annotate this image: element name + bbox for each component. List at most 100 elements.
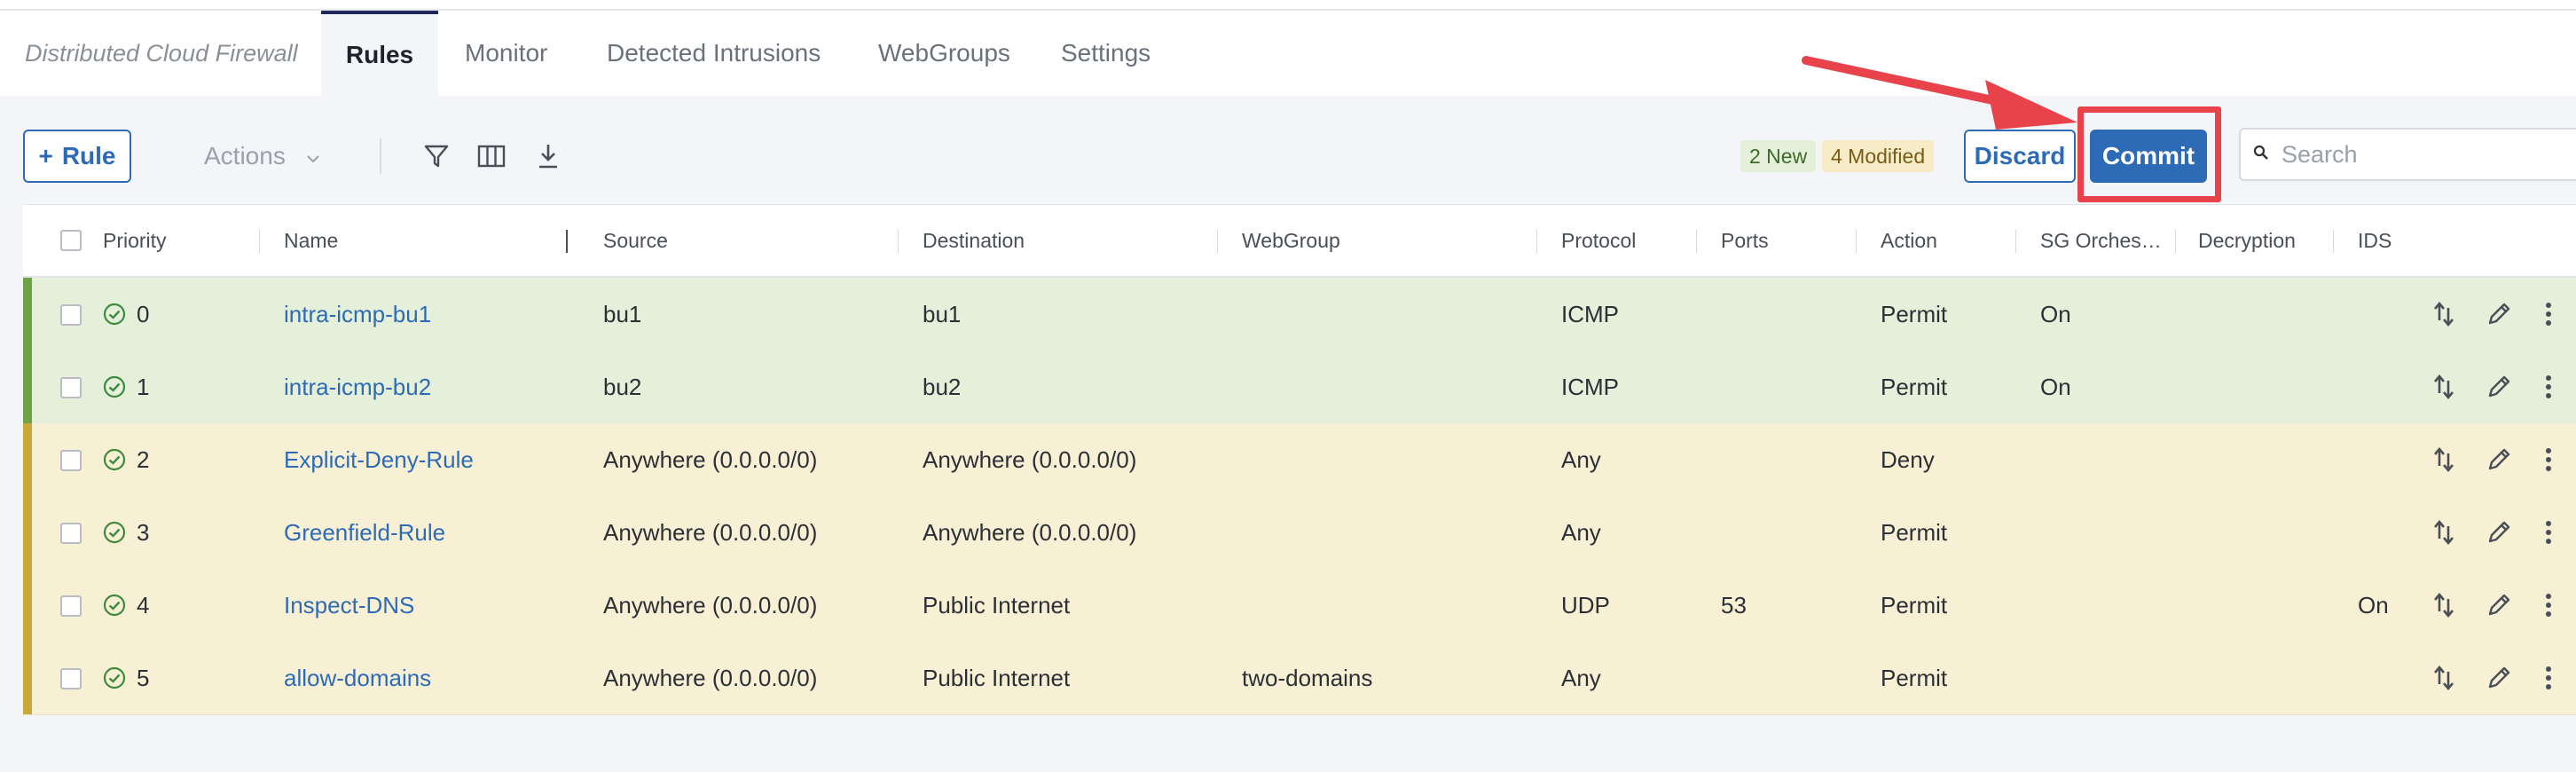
- row-name-link[interactable]: Explicit-Deny-Rule: [284, 423, 474, 496]
- reorder-icon[interactable]: [2427, 661, 2461, 695]
- row-checkbox[interactable]: [60, 668, 82, 689]
- row-checkbox[interactable]: [60, 523, 82, 544]
- row-checkbox[interactable]: [60, 450, 82, 471]
- check-circle-icon: [103, 303, 126, 326]
- row-priority: 2: [137, 446, 150, 473]
- table-row[interactable]: 5 allow-domains Anywhere (0.0.0.0/0) Public…: [23, 642, 2576, 715]
- column-header-ports[interactable]: Ports: [1721, 205, 1769, 276]
- column-header-sg-orchestration[interactable]: SG Orchest…: [2040, 205, 2163, 276]
- actions-label: Actions: [204, 142, 286, 169]
- row-status-bar: [23, 423, 32, 496]
- add-rule-label: Rule: [61, 142, 116, 169]
- search-icon: [2253, 145, 2269, 165]
- row-status-bar: [23, 496, 32, 569]
- more-icon[interactable]: [2537, 370, 2560, 404]
- column-header-source[interactable]: Source: [603, 205, 668, 276]
- top-border: [0, 0, 2576, 11]
- edit-icon[interactable]: [2482, 516, 2516, 549]
- column-header-decryption[interactable]: Decryption: [2198, 205, 2296, 276]
- row-destination: Anywhere (0.0.0.0/0): [923, 519, 1137, 546]
- row-priority: 5: [137, 665, 150, 691]
- table-row[interactable]: 4 Inspect-DNS Anywhere (0.0.0.0/0) Public I…: [23, 569, 2576, 642]
- check-circle-icon: [103, 594, 126, 617]
- tab-monitor[interactable]: Monitor: [465, 11, 547, 96]
- table-row[interactable]: 0 intra-icmp-bu1 bu1 bu1 ICMP Permit On: [23, 278, 2576, 351]
- reorder-icon[interactable]: [2427, 443, 2461, 477]
- row-checkbox[interactable]: [60, 304, 82, 326]
- row-name-link[interactable]: intra-icmp-bu2: [284, 351, 431, 423]
- column-divider: [1696, 230, 1697, 253]
- column-header-priority[interactable]: Priority: [103, 205, 167, 276]
- reorder-icon[interactable]: [2427, 297, 2461, 331]
- filter-icon[interactable]: [419, 138, 454, 174]
- search-box[interactable]: [2239, 128, 2576, 181]
- check-circle-icon: [103, 521, 126, 544]
- reorder-icon[interactable]: [2427, 588, 2461, 622]
- row-checkbox[interactable]: [60, 377, 82, 398]
- tab-webgroups[interactable]: WebGroups: [878, 11, 1010, 96]
- tab-rules[interactable]: Rules: [321, 11, 438, 96]
- row-action: Permit: [1881, 665, 1948, 691]
- column-header-destination[interactable]: Destination: [923, 205, 1025, 276]
- check-circle-icon: [103, 666, 126, 689]
- row-name-link[interactable]: Greenfield-Rule: [284, 496, 445, 569]
- row-action: Deny: [1881, 446, 1935, 473]
- more-icon[interactable]: [2537, 297, 2560, 331]
- row-action: Permit: [1881, 374, 1948, 400]
- table-row[interactable]: 1 intra-icmp-bu2 bu2 bu2 ICMP Permit On: [23, 351, 2576, 424]
- row-name-link[interactable]: Inspect-DNS: [284, 569, 414, 642]
- tab-detected-intrusions[interactable]: Detected Intrusions: [607, 11, 821, 96]
- row-ids: On: [2358, 592, 2389, 618]
- column-header-action[interactable]: Action: [1881, 205, 1937, 276]
- discard-button[interactable]: Discard: [1964, 130, 2076, 183]
- edit-icon[interactable]: [2482, 370, 2516, 404]
- edit-icon[interactable]: [2482, 297, 2516, 331]
- more-icon[interactable]: [2537, 588, 2560, 622]
- row-protocol: ICMP: [1561, 374, 1619, 400]
- tab-settings[interactable]: Settings: [1061, 11, 1151, 96]
- table-row[interactable]: 3 Greenfield-Rule Anywhere (0.0.0.0/0) Anyw…: [23, 496, 2576, 570]
- column-header-name[interactable]: Name: [284, 205, 338, 276]
- more-icon[interactable]: [2537, 661, 2560, 695]
- tab-bar: Distributed Cloud Firewall Rules Monitor…: [0, 11, 2576, 96]
- app-title: Distributed Cloud Firewall: [25, 40, 298, 67]
- column-divider: [1856, 230, 1857, 253]
- column-divider: [259, 230, 260, 253]
- more-icon[interactable]: [2537, 443, 2560, 477]
- chevron-down-icon: [305, 142, 321, 170]
- row-name-link[interactable]: allow-domains: [284, 642, 431, 714]
- select-all-checkbox[interactable]: [60, 230, 82, 251]
- row-protocol: Any: [1561, 665, 1601, 691]
- column-header-ids[interactable]: IDS: [2358, 205, 2391, 276]
- reorder-icon[interactable]: [2427, 516, 2461, 549]
- columns-icon[interactable]: [474, 138, 509, 174]
- row-status-bar: [23, 569, 32, 642]
- row-status-bar: [23, 278, 32, 351]
- download-icon[interactable]: [530, 138, 566, 174]
- row-name-link[interactable]: intra-icmp-bu1: [284, 278, 431, 351]
- table-row[interactable]: 2 Explicit-Deny-Rule Anywhere (0.0.0.0/0) A…: [23, 423, 2576, 497]
- column-divider: [2175, 230, 2176, 253]
- edit-icon[interactable]: [2482, 661, 2516, 695]
- column-header-webgroup[interactable]: WebGroup: [1242, 205, 1340, 276]
- search-input[interactable]: [2280, 139, 2567, 169]
- row-action: Permit: [1881, 592, 1948, 618]
- rules-table: Priority Name Source Destination WebGrou…: [23, 204, 2576, 715]
- row-protocol: ICMP: [1561, 301, 1619, 327]
- modified-count-badge: 4 Modified: [1822, 140, 1935, 172]
- row-priority: 3: [137, 519, 150, 546]
- row-source: bu2: [603, 374, 642, 400]
- more-icon[interactable]: [2537, 516, 2560, 549]
- column-divider: [2015, 230, 2016, 253]
- add-rule-button[interactable]: + Rule: [23, 130, 131, 183]
- actions-dropdown[interactable]: Actions: [204, 130, 346, 183]
- commit-button[interactable]: Commit: [2090, 130, 2207, 183]
- row-checkbox[interactable]: [60, 595, 82, 617]
- column-resize-handle[interactable]: [566, 230, 568, 253]
- column-header-protocol[interactable]: Protocol: [1561, 205, 1636, 276]
- edit-icon[interactable]: [2482, 588, 2516, 622]
- row-source: Anywhere (0.0.0.0/0): [603, 665, 818, 691]
- reorder-icon[interactable]: [2427, 370, 2461, 404]
- row-action: Permit: [1881, 301, 1948, 327]
- edit-icon[interactable]: [2482, 443, 2516, 477]
